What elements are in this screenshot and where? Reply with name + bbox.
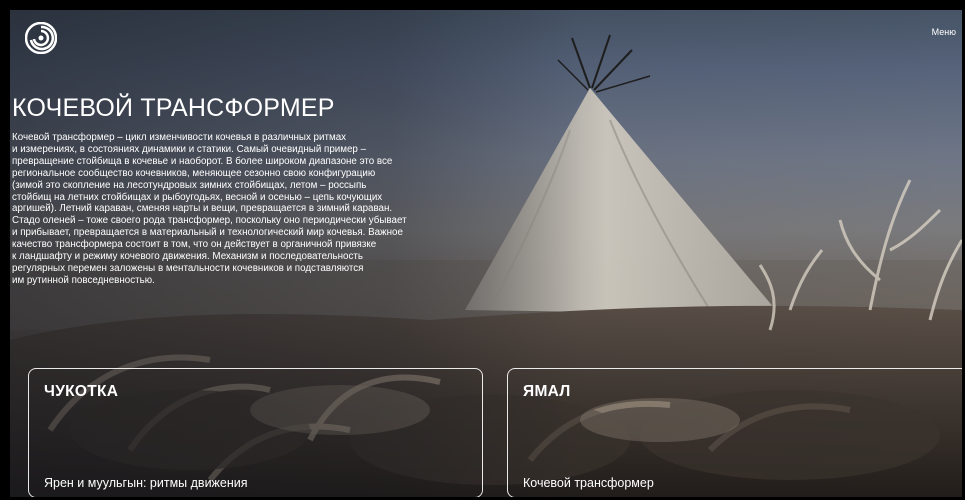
card-region-title: ЧУКОТКА (44, 383, 119, 400)
card-subtitle: Кочевой трансформер (523, 476, 654, 490)
card-region-title: ЯМАЛ (523, 383, 571, 400)
hero-description: Кочевой трансформер – цикл изменчивости … (12, 132, 407, 286)
menu-link[interactable]: Меню (932, 27, 956, 37)
spiral-logo-icon[interactable] (24, 21, 58, 55)
region-card-chukotka[interactable]: ЧУКОТКА Ярен и муульгын: ритмы движения (28, 368, 483, 497)
card-subtitle: Ярен и муульгын: ритмы движения (44, 476, 248, 490)
page-title: КОЧЕВОЙ ТРАНСФОРМЕР (12, 94, 335, 122)
region-card-yamal[interactable]: ЯМАЛ Кочевой трансформер (507, 368, 962, 497)
page: Меню КОЧЕВОЙ ТРАНСФОРМЕР Кочевой трансфо… (0, 0, 965, 500)
